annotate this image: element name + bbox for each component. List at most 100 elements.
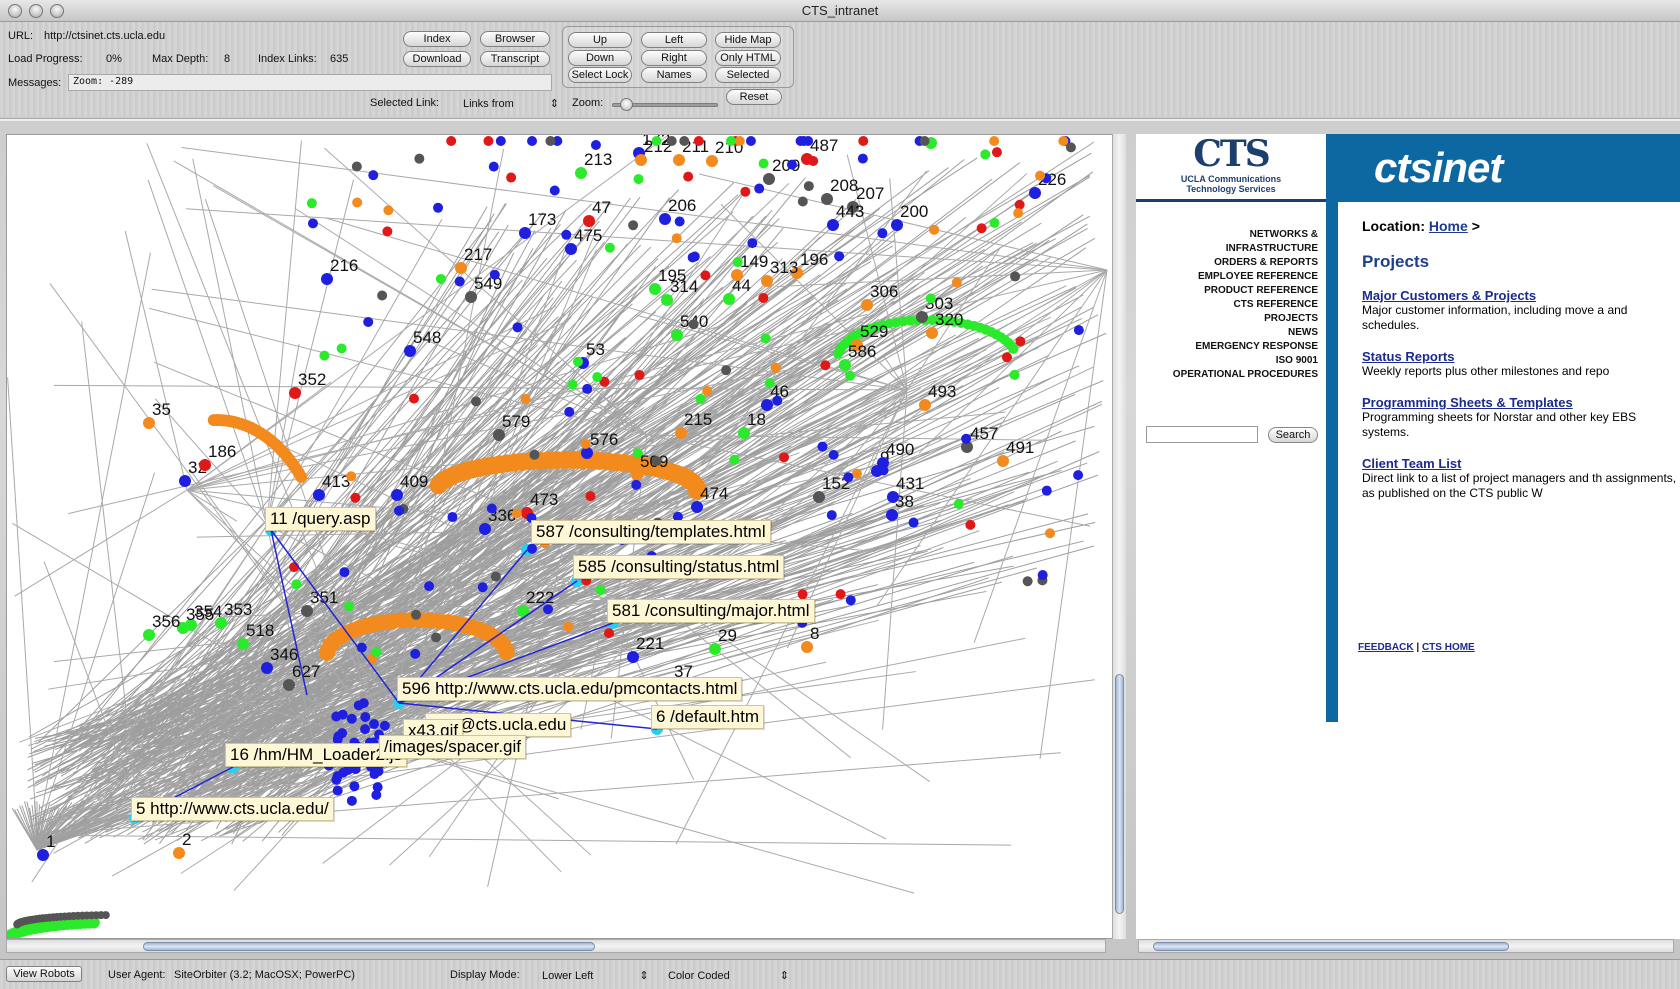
cts-logo[interactable]: CTS UCLA Communications Technology Servi… (1136, 134, 1326, 202)
graph-node[interactable] (770, 362, 781, 373)
graph-node[interactable] (360, 712, 371, 723)
graph-horizontal-scroll-thumb[interactable] (143, 942, 595, 951)
webpage-horizontal-scrollbar[interactable] (1138, 939, 1674, 953)
graph-node[interactable] (1013, 208, 1024, 219)
graph-node[interactable] (817, 441, 828, 452)
search-input[interactable] (1146, 426, 1258, 443)
graph-node[interactable] (700, 270, 711, 281)
graph-node[interactable] (592, 372, 603, 383)
graph-node[interactable] (410, 648, 421, 659)
graph-node[interactable] (352, 197, 363, 208)
graph-node[interactable] (845, 370, 856, 381)
graph-node[interactable] (435, 273, 446, 284)
graph-node[interactable] (826, 510, 837, 521)
graph-node[interactable] (1009, 369, 1020, 380)
graph-node[interactable] (961, 433, 972, 444)
graph-node[interactable] (358, 698, 369, 709)
graph-node[interactable] (306, 198, 317, 209)
graph-node[interactable] (446, 136, 457, 146)
graph-node[interactable] (758, 292, 769, 303)
graph-node[interactable] (580, 438, 591, 449)
graph-node[interactable] (350, 492, 361, 503)
graph-node[interactable] (674, 216, 685, 227)
graph-node[interactable] (346, 471, 357, 482)
graph-node[interactable] (454, 276, 465, 287)
graph-node[interactable] (564, 406, 575, 417)
selected-link-popup[interactable]: Links from ⇕ (463, 97, 559, 110)
graph-node[interactable] (520, 393, 531, 404)
graph-node[interactable] (573, 356, 584, 367)
graph-node[interactable] (344, 601, 355, 612)
graph-node[interactable] (543, 604, 554, 615)
graph-node[interactable] (470, 396, 481, 407)
graph-node[interactable] (758, 158, 769, 169)
graph-node[interactable] (383, 205, 394, 216)
graph-node[interactable] (582, 383, 593, 394)
graph-node[interactable] (371, 646, 382, 657)
graph-node[interactable] (764, 378, 775, 389)
graph-node[interactable] (634, 370, 645, 381)
graph-node[interactable] (351, 161, 362, 172)
graph-node[interactable] (563, 621, 574, 632)
graph-node[interactable] (1010, 271, 1021, 282)
graph-node[interactable] (1014, 199, 1025, 210)
nav-item-news[interactable]: NEWS (1173, 326, 1318, 340)
graph-node[interactable] (431, 632, 442, 643)
graph-node[interactable] (489, 269, 500, 280)
graph-node[interactable] (511, 508, 522, 519)
webpage-horizontal-scroll-thumb[interactable] (1153, 942, 1509, 951)
graph-node[interactable] (433, 202, 444, 213)
graph-node[interactable] (976, 223, 987, 234)
graph-node[interactable] (786, 159, 797, 170)
graph-node[interactable] (332, 785, 343, 796)
graph-node[interactable] (693, 136, 704, 146)
graph-node[interactable] (561, 229, 572, 240)
graph-node[interactable] (795, 136, 806, 146)
graph-node[interactable] (808, 156, 819, 167)
names-button[interactable]: Names (641, 67, 707, 83)
select-lock-button[interactable]: Select Lock (568, 67, 632, 83)
graph-node[interactable] (368, 170, 379, 181)
nav-item-cts-reference[interactable]: CTS REFERENCE (1173, 298, 1318, 312)
graph-node[interactable] (683, 171, 694, 182)
graph-node[interactable] (360, 724, 371, 735)
down-button[interactable]: Down (568, 50, 632, 66)
graph-node[interactable] (732, 257, 743, 268)
graph-node[interactable] (857, 153, 868, 164)
display-mode-popup[interactable]: Lower Left ⇕ (542, 969, 649, 982)
graph-node[interactable] (851, 468, 862, 479)
graph-node[interactable] (740, 186, 751, 197)
search-button[interactable]: Search (1268, 427, 1318, 443)
graph-node[interactable] (1058, 136, 1069, 146)
graph-vertical-scroll-thumb[interactable] (1115, 674, 1124, 914)
graph-node[interactable] (779, 452, 790, 463)
graph-node[interactable] (529, 449, 540, 460)
graph-node[interactable] (101, 911, 110, 920)
graph-node[interactable] (651, 456, 662, 467)
graph-node[interactable] (595, 585, 606, 596)
graph-node[interactable] (772, 395, 783, 406)
graph-node[interactable] (991, 147, 1002, 158)
graph-node[interactable] (408, 393, 419, 404)
graph-node[interactable] (414, 153, 425, 164)
graph-node[interactable] (734, 136, 745, 146)
graph-node[interactable] (337, 709, 348, 720)
graph-node[interactable] (989, 217, 1000, 228)
graph-node[interactable] (702, 385, 713, 396)
graph-node[interactable] (377, 290, 388, 301)
nav-item-emergency[interactable]: EMERGENCY RESPONSE (1173, 340, 1318, 354)
graph-node[interactable] (1037, 570, 1048, 581)
graph-node[interactable] (651, 136, 662, 146)
graph-node[interactable] (483, 136, 494, 146)
graph-node[interactable] (845, 595, 856, 606)
left-button[interactable]: Left (641, 32, 707, 48)
reset-button[interactable]: Reset (726, 89, 782, 105)
graph-node[interactable] (1008, 343, 1019, 354)
graph-node[interactable] (980, 149, 991, 160)
color-mode-popup[interactable]: Color Coded ⇕ (668, 969, 789, 982)
graph-node[interactable] (411, 609, 422, 620)
graph-node[interactable] (754, 183, 765, 194)
major-customers-link[interactable]: Major Customers & Projects (1362, 288, 1680, 303)
graph-node[interactable] (797, 196, 808, 207)
graph-node[interactable] (585, 491, 596, 502)
